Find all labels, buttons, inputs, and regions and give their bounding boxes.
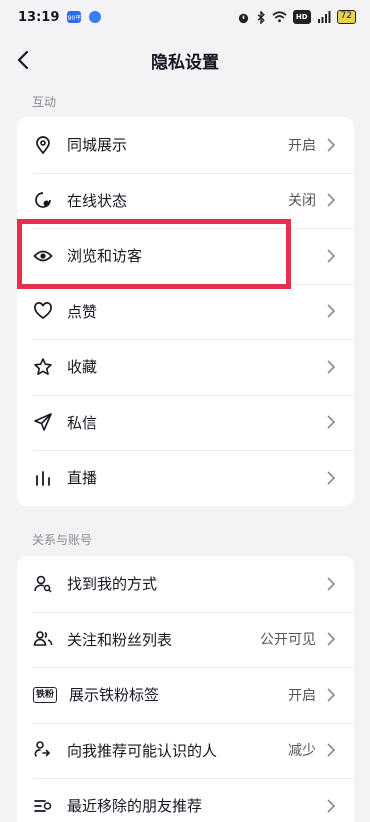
removed-list-icon (34, 799, 52, 812)
setting-row-fan-badge[interactable]: 铁粉 展示铁粉标签 开启 (17, 667, 354, 723)
chevron-right-icon (327, 360, 336, 374)
row-label: 展示铁粉标签 (69, 686, 160, 705)
signal-icon (317, 11, 331, 23)
chevron-right-icon (327, 193, 336, 207)
setting-row-browse-visitors[interactable]: 浏览和访客 (17, 228, 354, 284)
person-search-icon (34, 575, 52, 593)
status-icons: HD 72 (237, 10, 356, 24)
chevron-right-icon (327, 415, 336, 429)
row-label: 私信 (67, 413, 98, 432)
row-value: 开启 (288, 687, 316, 704)
setting-row-messages[interactable]: 私信 (17, 394, 354, 451)
recommend-person-icon (34, 741, 51, 758)
row-label: 直播 (67, 469, 98, 488)
live-bars-icon (36, 470, 50, 486)
interaction-settings-card: 同城展示 开启 在线状态 关闭 浏览和访客 点赞 收藏 私信 直播 (17, 117, 354, 506)
app-notification-icon-2 (89, 11, 102, 23)
row-label: 浏览和访客 (67, 247, 143, 266)
chevron-right-icon (327, 743, 336, 757)
row-value: 开启 (288, 137, 316, 154)
relations-settings-card: 找到我的方式 关注和粉丝列表 公开可见 铁粉 展示铁粉标签 开启 向我推荐可能认… (17, 556, 354, 822)
row-label: 关注和粉丝列表 (67, 630, 173, 649)
section-header-interaction: 互动 (32, 95, 57, 109)
row-label: 收藏 (67, 358, 98, 377)
chevron-right-icon (327, 249, 336, 263)
status-time: 13:19 (18, 9, 60, 25)
online-status-icon (35, 192, 51, 209)
chevron-right-icon (327, 632, 336, 646)
row-label: 同城展示 (67, 136, 128, 155)
setting-row-live[interactable]: 直播 (17, 450, 354, 506)
row-value: 公开可见 (260, 632, 316, 649)
row-label: 向我推荐可能认识的人 (67, 741, 218, 760)
setting-row-recommend[interactable]: 向我推荐可能认识的人 减少 (17, 722, 354, 779)
setting-row-online-status[interactable]: 在线状态 关闭 (17, 172, 354, 229)
chevron-right-icon (327, 577, 336, 591)
eye-icon (33, 250, 53, 262)
setting-row-find-me[interactable]: 找到我的方式 (17, 556, 354, 612)
setting-row-city-display[interactable]: 同城展示 开启 (17, 117, 354, 173)
status-bar: 13:19 90平 HD 72 (0, 0, 370, 34)
row-value: 关闭 (288, 193, 316, 210)
hd-icon: HD (292, 10, 311, 24)
page-title: 隐私设置 (151, 52, 219, 73)
chevron-right-icon (327, 304, 336, 318)
heart-icon (34, 302, 52, 320)
chevron-right-icon (327, 688, 336, 702)
row-label: 在线状态 (67, 191, 128, 210)
bluetooth-icon (257, 10, 265, 24)
nav-bar: 隐私设置 (0, 38, 370, 82)
app-notification-icon: 90平 (67, 11, 82, 23)
people-icon (33, 631, 53, 647)
battery-indicator: 72 (336, 10, 356, 24)
row-label: 点赞 (67, 302, 98, 321)
chevron-right-icon (327, 138, 336, 152)
paper-plane-icon (34, 413, 52, 432)
setting-row-favorites[interactable]: 收藏 (17, 339, 354, 395)
wifi-icon (272, 11, 287, 23)
back-arrow-icon[interactable] (12, 48, 36, 72)
chevron-right-icon (327, 799, 336, 813)
row-label: 最近移除的朋友推荐 (67, 797, 203, 816)
row-label: 找到我的方式 (67, 575, 158, 594)
location-pin-icon (36, 135, 50, 155)
fan-badge-icon: 铁粉 (33, 686, 58, 703)
section-header-relations: 关系与账号 (32, 533, 93, 547)
star-icon (34, 357, 52, 375)
setting-row-removed-recommend[interactable]: 最近移除的朋友推荐 (17, 778, 354, 822)
row-value: 减少 (288, 743, 316, 760)
setting-row-follow-list[interactable]: 关注和粉丝列表 公开可见 (17, 611, 354, 668)
setting-row-likes[interactable]: 点赞 (17, 283, 354, 340)
chevron-right-icon (327, 471, 336, 485)
alarm-icon (238, 13, 249, 23)
